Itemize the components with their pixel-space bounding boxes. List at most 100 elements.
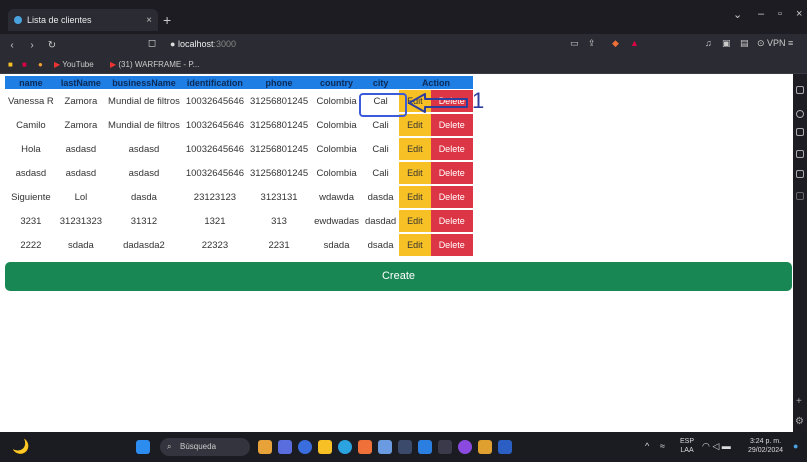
wallet-icon[interactable]: ▤ [740,38,749,49]
action-cell: Delete [430,113,473,137]
back-icon[interactable]: ‹ [4,40,20,51]
table-cell: 31312 [130,215,158,227]
bookmark-app-icon[interactable]: ■ [22,60,27,69]
table-row: Hola asdasd asdasd 10032645646 31256801245 Co… [5,137,473,161]
restore-icon[interactable]: ▫ [778,8,782,20]
sidebar-bookmark-icon[interactable] [796,150,804,158]
tab-close-icon[interactable]: × [146,15,152,26]
sidebar-settings-icon[interactable]: ⚙ [795,416,804,427]
table-cell: Camilo [16,119,46,131]
delete-button[interactable]: Delete [430,186,473,208]
file-explorer-icon[interactable] [318,440,332,454]
sidebar-reading-icon[interactable] [796,128,804,136]
sidebar-toggle-icon[interactable]: ▣ [722,38,731,49]
settings-app-icon[interactable] [378,440,392,454]
sidebar-extra-icon[interactable] [796,192,804,200]
vscode-icon[interactable] [418,440,432,454]
dev-app-icon[interactable] [478,440,492,454]
bookmark-youtube[interactable]: ▶ YouTube [54,60,94,69]
bookmark-warframe[interactable]: ▶ (31) WARFRAME - P... [110,60,199,69]
menu-icon[interactable]: ≡ [788,38,793,48]
wifi-icon[interactable]: ◠ ◁ ▬ [702,442,731,451]
new-tab-button[interactable]: + [163,12,171,28]
language-indicator[interactable]: ESP LAA [680,437,694,455]
edit-button[interactable]: Edit [399,186,431,208]
create-button[interactable]: Create [5,262,792,291]
notification-icon[interactable]: ● [793,442,798,451]
forward-icon[interactable]: › [24,40,40,51]
edit-button[interactable]: Edit [399,234,431,256]
chevron-down-icon[interactable]: ⌄ [733,8,742,21]
action-cell: Delete [430,161,473,185]
table-cell: 31256801245 [249,119,309,131]
browser-sidebar: + ⚙ [793,74,807,434]
bookmark-label: (31) WARFRAME - P... [118,60,200,69]
vpn-button[interactable]: ⊙ VPN [757,38,786,49]
edit-button[interactable]: Edit [399,138,431,160]
table-cell: Colombia [316,167,357,179]
delete-button[interactable]: Delete [430,234,473,256]
table-cell: 31256801245 [249,143,309,155]
column-header: identification [182,76,247,89]
table-cell: ewdwadas [314,215,359,227]
cast-icon[interactable]: ▭ [570,38,579,49]
table-cell: Lol [74,191,88,203]
brave-icon[interactable] [358,440,372,454]
edit-button[interactable]: Edit [399,210,431,232]
column-header: lastName [56,76,106,89]
windows-start-icon[interactable] [136,440,150,454]
chat-icon[interactable] [298,440,312,454]
table-cell: 1321 [204,215,226,227]
bookmarks-bar: ■ ■ ● ▶ YouTube ▶ (31) WARFRAME - P... [0,56,807,74]
music-icon[interactable]: ♫ [705,38,712,48]
delete-button[interactable]: Delete [430,138,473,160]
app-icon[interactable] [438,440,452,454]
bookmark-site-icon[interactable]: ● [38,60,43,69]
brave-shield-icon[interactable]: ◆ [612,38,619,49]
tray-chevron-icon[interactable]: ^ [645,442,649,451]
search-placeholder: Búsqueda [180,442,217,451]
weather-widget-icon[interactable]: 🌙 [12,438,29,455]
action-cell: Edit [399,137,431,161]
table-cell: 3231 [20,215,42,227]
task-view-icon[interactable] [278,440,292,454]
column-header: city [362,76,400,89]
sidebar-grid-icon[interactable] [796,170,804,178]
rewards-icon[interactable]: ▲ [630,38,639,48]
table-cell: Zamora [64,119,98,131]
tray-app-icon[interactable]: ≈ [660,442,665,451]
table-cell: sdada [323,239,350,251]
site-info-icon[interactable]: ● [170,39,175,49]
edit-button[interactable]: Edit [399,162,431,184]
clock-time: 3:24 p. m. [749,438,782,445]
sidebar-clock-icon[interactable] [796,110,804,118]
share-icon[interactable]: ⇪ [588,38,596,49]
reload-icon[interactable]: ↻ [44,40,60,51]
taskbar-search-input[interactable]: ⌕ Búsqueda [160,438,250,456]
edit-button[interactable]: Edit [399,114,431,136]
word-icon[interactable] [498,440,512,454]
delete-button[interactable]: Delete [430,162,473,184]
delete-button[interactable]: Delete [430,114,473,136]
bookmark-icon[interactable]: ◻ [144,38,160,49]
github-icon[interactable] [458,440,472,454]
bookmark-folder-icon[interactable]: ■ [8,60,13,69]
terminal-icon[interactable] [398,440,412,454]
close-window-icon[interactable]: × [796,8,802,20]
tab-title: Lista de clientes [27,15,92,25]
action-cell: Edit [399,209,431,233]
minimize-icon[interactable]: – [758,8,764,20]
widget-icon[interactable] [258,440,272,454]
table-cell: 31256801245 [249,167,309,179]
browser-tab[interactable]: Lista de clientes × [8,9,158,31]
lang-bottom: LAA [680,447,694,454]
action-cell: Delete [430,233,473,257]
delete-button[interactable]: Delete [430,210,473,232]
url-field[interactable]: ● localhost:3000 [170,39,236,49]
table-cell: 10032645646 [185,95,244,107]
edge-icon[interactable] [338,440,352,454]
sidebar-panel-icon[interactable] [796,86,804,94]
action-cell: Delete [430,137,473,161]
sidebar-add-icon[interactable]: + [796,396,802,407]
clock[interactable]: 3:24 p. m. 29/02/2024 [748,437,783,455]
